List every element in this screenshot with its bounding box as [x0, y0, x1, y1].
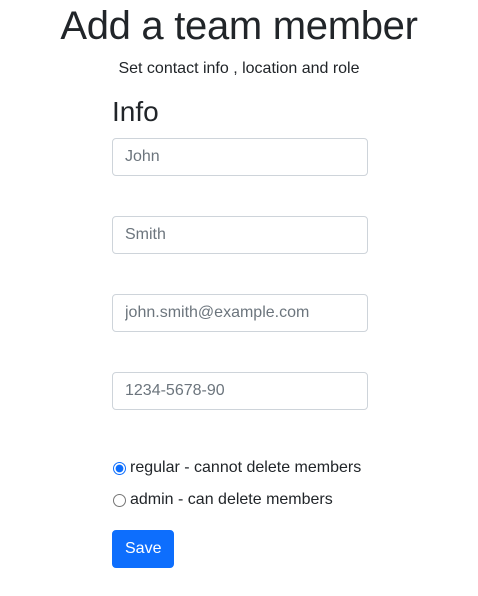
add-member-page: Add a team member Set contact info , loc…	[0, 0, 478, 596]
info-heading: Info	[112, 96, 159, 127]
page-title: Add a team member	[60, 4, 418, 48]
phone-input[interactable]	[112, 372, 368, 410]
role-radio-group: regular - cannot delete members admin - …	[112, 452, 368, 516]
save-button[interactable]: Save	[112, 530, 175, 568]
role-option-admin[interactable]: admin - can delete members	[112, 484, 368, 516]
role-regular-radio[interactable]	[113, 461, 126, 475]
role-admin-label: admin - can delete members	[130, 491, 333, 508]
role-regular-label: regular - cannot delete members	[130, 459, 362, 476]
role-option-regular[interactable]: regular - cannot delete members	[112, 452, 368, 484]
first-name-input[interactable]	[112, 138, 368, 176]
page-subtitle: Set contact info , location and role	[118, 60, 360, 77]
last-name-input[interactable]	[112, 216, 368, 254]
add-member-form: Info regular - cannot delete members adm…	[112, 94, 368, 568]
role-admin-radio[interactable]	[113, 493, 126, 507]
email-input[interactable]	[112, 294, 368, 332]
